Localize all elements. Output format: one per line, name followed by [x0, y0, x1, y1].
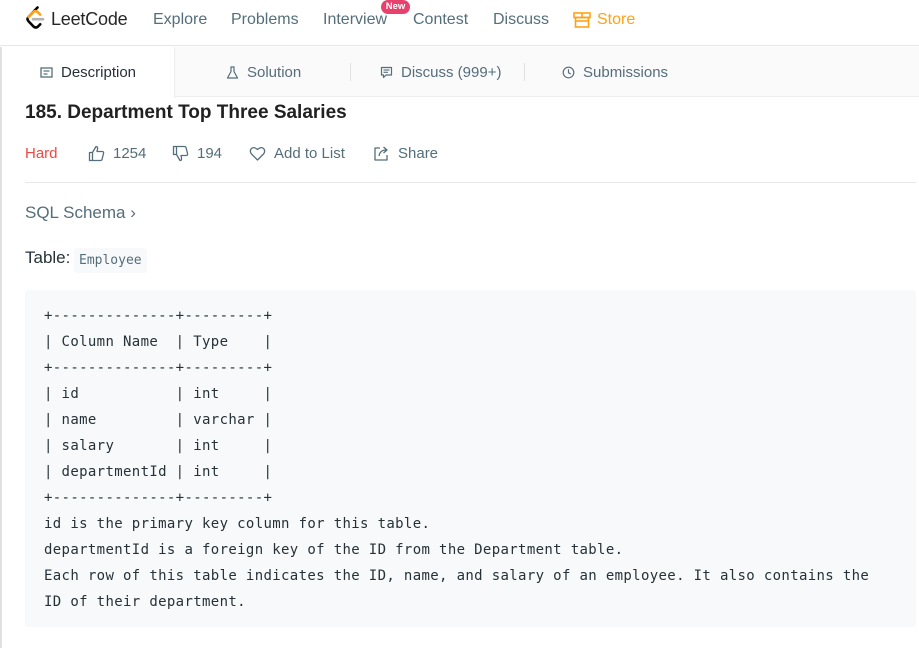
code-line: Each row of this table indicates the ID,…: [44, 568, 870, 584]
discuss-icon: [380, 66, 393, 78]
problem-tabbar: Description Solution Discuss (999+) Subm…: [0, 47, 919, 98]
table-label: Table:: [25, 248, 71, 267]
sql-schema-link[interactable]: SQL Schema ›: [25, 203, 136, 223]
nav-discuss[interactable]: Discuss: [493, 11, 549, 29]
description-icon: [40, 67, 53, 78]
top-navbar: LeetCode Explore Problems Interview New …: [0, 0, 919, 46]
code-line: +--------------+---------+: [44, 360, 273, 376]
clock-icon: [562, 66, 575, 78]
leetcode-logo[interactable]: LeetCode: [24, 5, 128, 33]
heart-icon: [249, 146, 266, 161]
code-line: ID of their department.: [44, 594, 246, 610]
table-name-code: Employee: [74, 248, 147, 273]
code-line: +--------------+---------+: [44, 308, 273, 324]
add-to-list-button[interactable]: Add to List: [249, 143, 345, 163]
add-to-list-label: Add to List: [274, 144, 345, 162]
dislike-count: 194: [197, 144, 223, 162]
logo-text: LeetCode: [51, 8, 128, 29]
thumbs-down-icon: [172, 145, 189, 161]
flask-icon: [226, 65, 239, 79]
code-line: departmentId is a foreign key of the ID …: [44, 542, 624, 558]
code-line: | Column Name | Type |: [44, 334, 273, 350]
tab-discuss[interactable]: Discuss (999+): [380, 47, 501, 97]
share-icon: [374, 146, 388, 161]
code-block: +--------------+---------+ | Column Name…: [25, 290, 916, 627]
nav-store[interactable]: Store: [597, 11, 635, 29]
new-badge: New: [381, 0, 410, 14]
code-line: id is the primary key column for this ta…: [44, 516, 431, 532]
header-divider: [25, 182, 916, 183]
like-button[interactable]: 1254: [88, 143, 146, 163]
code-line: | id | int |: [44, 386, 273, 402]
panel-border: [0, 47, 2, 648]
nav-contest[interactable]: Contest: [413, 11, 468, 29]
store-icon: [573, 12, 591, 28]
like-count: 1254: [113, 144, 147, 162]
share-label: Share: [398, 144, 439, 162]
tab-solution[interactable]: Solution: [226, 47, 301, 97]
code-line: | departmentId | int |: [44, 464, 273, 480]
tab-description-label: Description: [61, 64, 137, 81]
nav-problems[interactable]: Problems: [231, 11, 299, 29]
thumbs-up-icon: [88, 145, 105, 161]
tab-separator: [524, 63, 525, 81]
dislike-button[interactable]: 194: [172, 143, 222, 163]
difficulty-badge: Hard: [25, 144, 58, 162]
leetcode-logo-icon: [26, 6, 45, 29]
problem-title: 185. Department Top Three Salaries: [25, 102, 347, 123]
nav-interview[interactable]: Interview: [323, 11, 387, 29]
code-line: +--------------+---------+: [44, 490, 273, 506]
tab-submissions[interactable]: Submissions: [562, 47, 668, 97]
nav-explore[interactable]: Explore: [153, 11, 207, 29]
code-line: | name | varchar |: [44, 412, 273, 428]
tab-separator: [350, 63, 351, 81]
tab-description[interactable]: Description: [0, 47, 175, 98]
code-line: | salary | int |: [44, 438, 273, 454]
tab-solution-label: Solution: [247, 63, 302, 81]
share-button[interactable]: Share: [373, 143, 438, 163]
tab-discuss-label: Discuss (999+): [401, 63, 502, 81]
tab-submissions-label: Submissions: [583, 63, 669, 81]
